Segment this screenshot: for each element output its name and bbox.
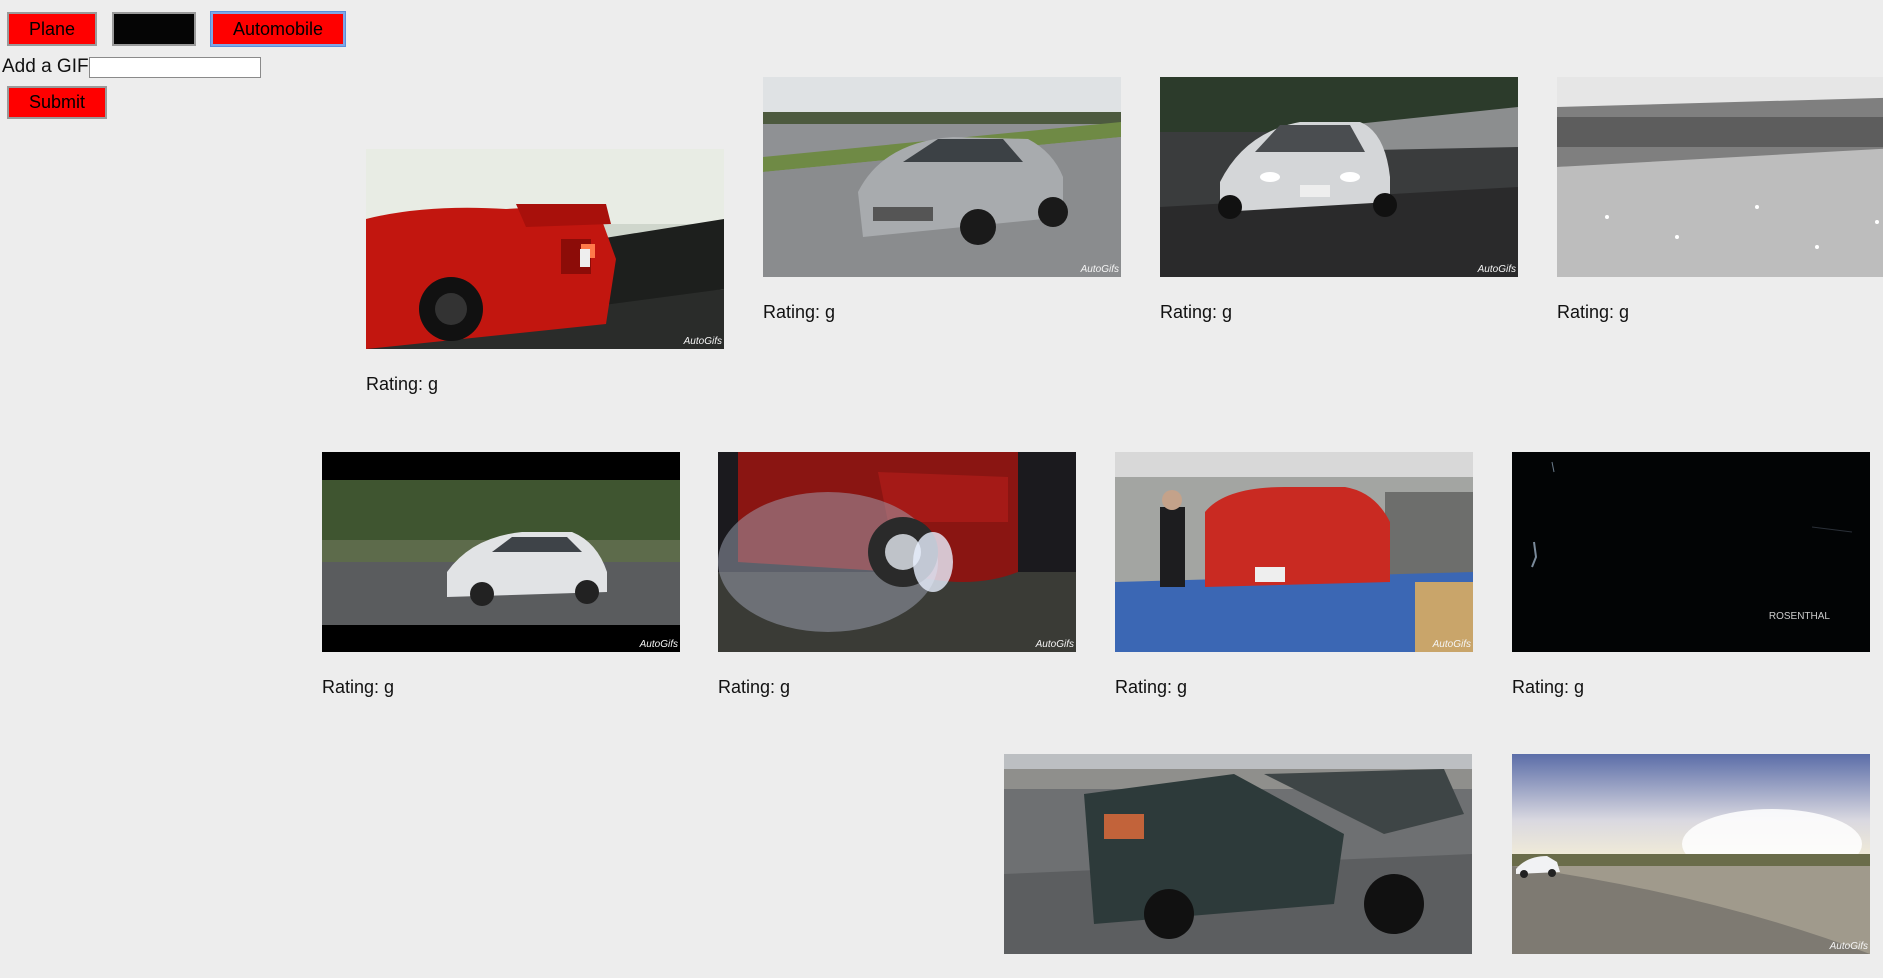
add-gif-input[interactable]: [89, 57, 261, 78]
gif-card: AutoGifs Rating: g: [1160, 77, 1518, 323]
submit-button[interactable]: Submit: [7, 86, 107, 119]
gif-card: AutoGifs Rating: g: [366, 149, 724, 395]
gif-image-dyno[interactable]: AutoGifs: [1115, 452, 1473, 652]
gif-image-burnout[interactable]: AutoGifs: [718, 452, 1076, 652]
gif-card: AutoGifs: [1512, 754, 1870, 954]
watermark: AutoGifs: [1829, 941, 1868, 952]
automobile-button[interactable]: Automobile: [210, 11, 346, 47]
watermark: ROSENTHAL: [1768, 611, 1830, 622]
gif-card: [1004, 754, 1472, 978]
watermark: AutoGifs: [1432, 639, 1471, 650]
add-gif-label: Add a GIF: [2, 56, 89, 77]
gif-image-crash[interactable]: [1004, 754, 1472, 954]
gif-card: ROSENTHAL Rating: g: [1512, 452, 1870, 698]
rating-label: Rating: g: [763, 302, 836, 322]
watermark: AutoGifs: [1477, 264, 1516, 275]
gif-image-mercedes[interactable]: AutoGifs: [763, 77, 1121, 277]
watermark: AutoGifs: [639, 639, 678, 650]
gif-image-dark[interactable]: ROSENTHAL: [1512, 452, 1870, 652]
gif-card: AutoGifs Rating: g: [718, 452, 1076, 698]
gif-card: AutoGifs Rating: g: [763, 77, 1121, 323]
gif-image-rx7[interactable]: AutoGifs: [1160, 77, 1518, 277]
rating-label: Rating: g: [366, 374, 439, 394]
gif-card: AutoGifs Rating: g: [322, 452, 680, 698]
gif-image-civic[interactable]: AutoGifs: [322, 452, 680, 652]
gif-image-sunset-lot[interactable]: AutoGifs: [1512, 754, 1870, 954]
black-button[interactable]: [112, 12, 196, 46]
rating-label: Rating: g: [718, 677, 791, 697]
watermark: AutoGifs: [1080, 264, 1119, 275]
plane-button[interactable]: Plane: [7, 12, 97, 46]
gif-card: Rating: g: [1557, 77, 1883, 323]
gif-image-ferrari[interactable]: AutoGifs: [366, 149, 724, 349]
rating-label: Rating: g: [1512, 677, 1585, 697]
watermark: AutoGifs: [683, 336, 722, 347]
rating-label: Rating: g: [1115, 677, 1188, 697]
watermark: AutoGifs: [1035, 639, 1074, 650]
rating-label: Rating: g: [1160, 302, 1233, 322]
rating-label: Rating: g: [1557, 302, 1630, 322]
gif-card: AutoGifs Rating: g: [1115, 452, 1473, 698]
rating-label: Rating: g: [322, 677, 395, 697]
gif-image-vintage-race[interactable]: [1557, 77, 1883, 277]
